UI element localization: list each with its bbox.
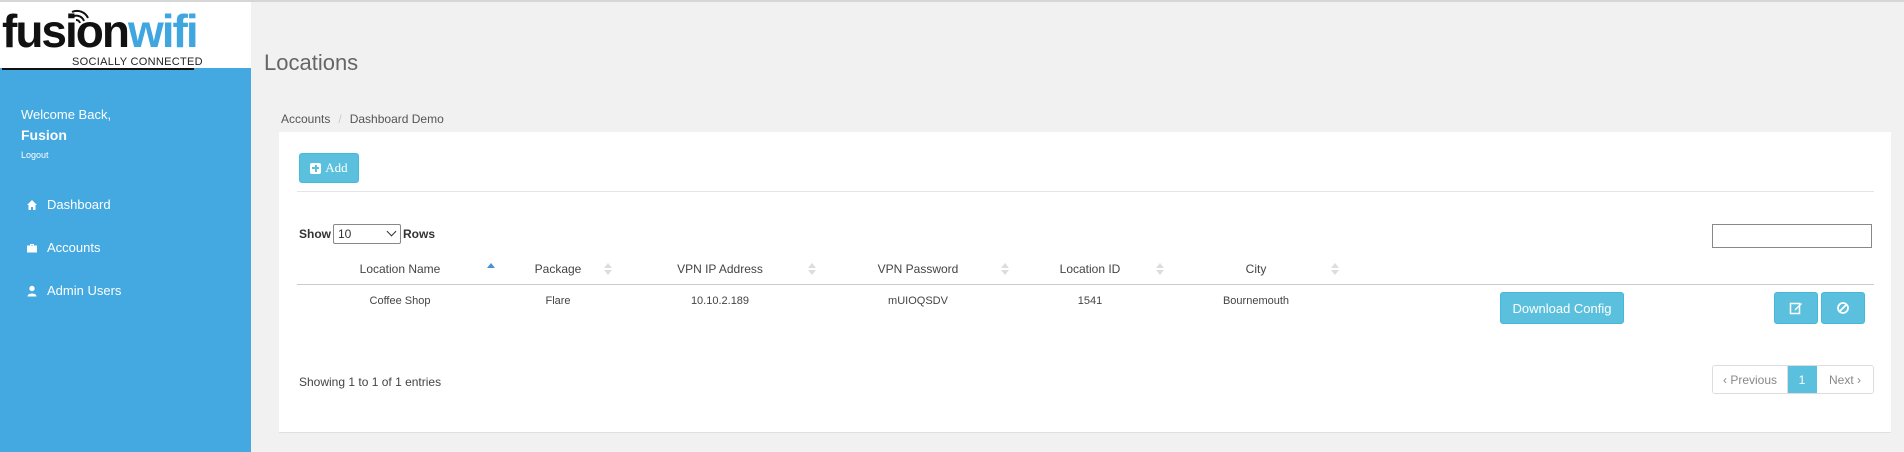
add-button-label: Add: [325, 160, 348, 175]
breadcrumb: Accounts / Dashboard Demo: [281, 112, 444, 126]
sort-icon[interactable]: [604, 263, 612, 275]
pagination: ‹ Previous 1 Next ›: [1712, 365, 1874, 394]
disable-button[interactable]: [1821, 292, 1865, 324]
show-label: Show: [299, 227, 331, 241]
sort-icon[interactable]: [1331, 263, 1339, 275]
plus-square-icon: [310, 162, 322, 174]
sort-asc-icon[interactable]: [487, 263, 495, 275]
page-title: Locations: [264, 50, 359, 75]
column-header-city[interactable]: City: [1216, 262, 1296, 276]
table-header-line: [297, 284, 1874, 285]
logo-wordmark: fusionwifi: [2, 5, 199, 57]
home-icon: [27, 199, 37, 210]
sort-icon[interactable]: [1001, 263, 1009, 275]
breadcrumb-current: Dashboard Demo: [349, 112, 444, 126]
edit-icon: [1789, 302, 1802, 315]
cell-vpn-password: mUIOQSDV: [888, 295, 948, 307]
logo-underline: [2, 68, 194, 70]
locations-panel: [279, 132, 1891, 433]
rows-per-page-value: 10: [338, 227, 352, 241]
sidebar-item-admin-users[interactable]: Admin Users: [26, 283, 121, 298]
cell-package: Flare: [545, 295, 571, 307]
cell-vpn-ip: 10.10.2.189: [690, 295, 750, 307]
column-header-location-id[interactable]: Location ID: [1050, 262, 1130, 276]
page-number-button[interactable]: 1: [1788, 366, 1817, 393]
top-border: [0, 0, 1904, 2]
breadcrumb-separator: /: [338, 112, 342, 126]
sidebar: fusionwifi SOCIALLY CONNECTED Welcome Ba…: [0, 2, 251, 452]
entries-info: Showing 1 to 1 of 1 entries: [299, 375, 442, 389]
rows-label: Rows: [403, 227, 436, 241]
add-button[interactable]: Add: [299, 153, 359, 183]
next-label: Next: [1828, 372, 1854, 387]
username: Fusion: [21, 127, 67, 143]
logo-tagline: SOCIALLY CONNECTED: [72, 56, 203, 68]
search-input[interactable]: [1712, 224, 1872, 248]
column-header-vpn-ip[interactable]: VPN IP Address: [660, 262, 780, 276]
sidebar-item-label: Dashboard: [47, 197, 111, 212]
logo[interactable]: fusionwifi SOCIALLY CONNECTED: [0, 2, 251, 70]
cell-location-name: Coffee Shop: [369, 295, 431, 307]
chevron-down-icon: [386, 226, 397, 237]
previous-page-button[interactable]: ‹ Previous: [1713, 366, 1788, 393]
sidebar-item-accounts[interactable]: Accounts: [26, 240, 100, 255]
chevron-right-icon: ›: [1853, 372, 1862, 387]
logout-link[interactable]: Logout: [21, 150, 49, 160]
sidebar-item-dashboard[interactable]: Dashboard: [26, 197, 111, 212]
download-config-button[interactable]: Download Config: [1500, 292, 1624, 324]
next-page-button[interactable]: Next ›: [1817, 366, 1873, 393]
wifi-signal-icon: [71, 9, 89, 24]
user-icon: [27, 285, 37, 296]
sort-icon[interactable]: [1156, 263, 1164, 275]
breadcrumb-accounts[interactable]: Accounts: [281, 112, 330, 126]
sort-icon[interactable]: [808, 263, 816, 275]
toolbar-divider: [297, 191, 1874, 192]
column-header-package[interactable]: Package: [518, 262, 598, 276]
column-header-vpn-password[interactable]: VPN Password: [858, 262, 978, 276]
ban-icon: [1837, 302, 1849, 314]
briefcase-icon: [27, 243, 37, 252]
welcome-text: Welcome Back,: [21, 107, 112, 122]
previous-label: Previous: [1730, 372, 1778, 387]
edit-button[interactable]: [1774, 292, 1818, 324]
sidebar-item-label: Accounts: [47, 240, 101, 255]
chevron-left-icon: ‹: [1722, 372, 1731, 387]
rows-per-page-select[interactable]: 10: [333, 224, 401, 244]
column-header-location-name[interactable]: Location Name: [330, 262, 470, 276]
cell-location-id: 1541: [1077, 295, 1103, 307]
cell-city: Bournemouth: [1222, 295, 1290, 307]
sidebar-item-label: Admin Users: [47, 283, 122, 298]
